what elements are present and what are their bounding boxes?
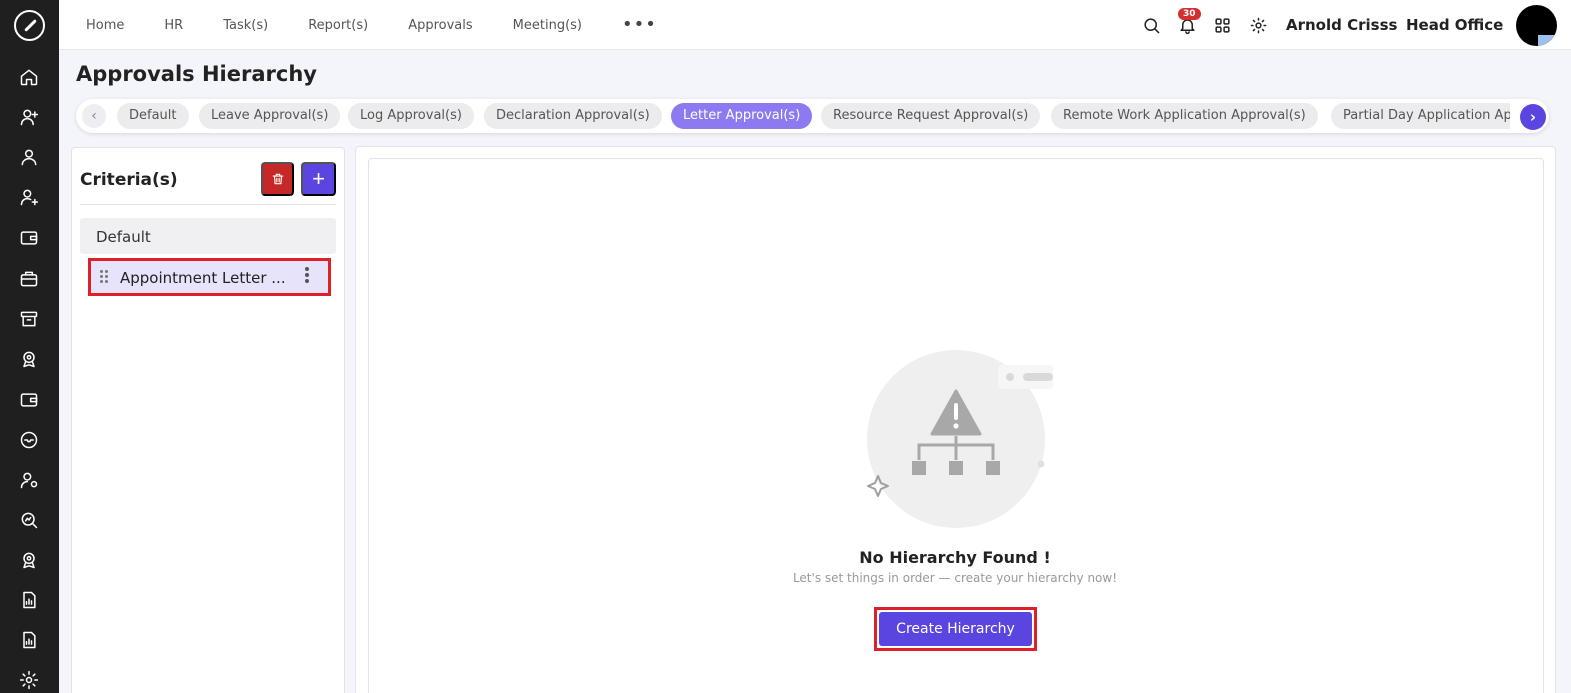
add-criteria-button[interactable]: +	[301, 162, 336, 196]
tabs-next-icon[interactable]: ›	[1520, 104, 1546, 130]
criteria-item-appointment-letter[interactable]: Appointment Letter ...	[88, 258, 331, 296]
search-icon[interactable]	[1140, 14, 1162, 36]
nav-meetings[interactable]: Meeting(s)	[513, 18, 582, 33]
criteria-item-label: Default	[96, 228, 151, 246]
nav-hr[interactable]: HR	[164, 18, 183, 33]
avatar[interactable]	[1516, 5, 1557, 46]
approval-tabs: Default Leave Approval(s) Log Approval(s…	[117, 103, 1510, 129]
apps-grid-icon[interactable]	[1211, 14, 1233, 36]
briefcase-icon[interactable]	[18, 268, 40, 290]
file-chart-icon[interactable]	[18, 589, 40, 611]
side-rail	[0, 0, 59, 693]
criteria-divider	[80, 204, 336, 205]
office-name[interactable]: Head Office	[1406, 16, 1503, 34]
more-options-icon[interactable]	[304, 267, 310, 285]
nav-more-icon[interactable]: •••	[622, 16, 657, 34]
nav-approvals[interactable]: Approvals	[408, 18, 472, 33]
archive-icon[interactable]	[18, 308, 40, 330]
user-plus-icon[interactable]	[18, 186, 40, 208]
user-settings-icon[interactable]	[18, 469, 40, 491]
wallet-icon[interactable]	[18, 227, 40, 249]
create-hierarchy-button[interactable]: Create Hierarchy	[879, 612, 1032, 646]
app-logo-icon[interactable]	[14, 10, 45, 41]
nav-reports[interactable]: Report(s)	[308, 18, 368, 33]
user-icon[interactable]	[18, 146, 40, 168]
criteria-item-label: Appointment Letter ...	[120, 269, 286, 287]
tab-remote-work-approvals[interactable]: Remote Work Application Approval(s)	[1051, 103, 1318, 129]
top-nav: Home HR Task(s) Report(s) Approvals Meet…	[86, 0, 657, 50]
nav-home[interactable]: Home	[86, 18, 124, 33]
tab-default[interactable]: Default	[117, 103, 189, 129]
empty-state-subtitle: Let's set things in order — create your …	[792, 571, 1118, 585]
criteria-item-default[interactable]: Default	[80, 218, 336, 254]
notification-badge: 30	[1178, 8, 1201, 20]
award-icon[interactable]	[18, 348, 40, 370]
empty-state-title: No Hierarchy Found !	[859, 548, 1051, 567]
home-icon[interactable]	[18, 66, 40, 88]
empty-hierarchy-illustration	[867, 350, 1053, 528]
file-chart-2-icon[interactable]	[18, 629, 40, 651]
gear-icon[interactable]	[1247, 14, 1269, 36]
wallet-2-icon[interactable]	[18, 389, 40, 411]
tab-declaration-approvals[interactable]: Declaration Approval(s)	[484, 103, 662, 129]
page-title: Approvals Hierarchy	[76, 62, 317, 86]
nav-tasks[interactable]: Task(s)	[223, 18, 268, 33]
tab-leave-approvals[interactable]: Leave Approval(s)	[199, 103, 341, 129]
inbox-icon[interactable]	[18, 429, 40, 451]
settings-icon[interactable]	[18, 669, 40, 691]
search-chart-icon[interactable]	[18, 509, 40, 531]
tab-partial-day-approvals[interactable]: Partial Day Application Approval(s)	[1331, 103, 1510, 129]
delete-criteria-button[interactable]	[261, 162, 294, 196]
criteria-title: Criteria(s)	[80, 170, 178, 190]
rosette-icon[interactable]	[18, 549, 40, 571]
tab-letter-approvals[interactable]: Letter Approval(s)	[671, 103, 813, 129]
trash-icon	[272, 173, 283, 185]
user-name[interactable]: Arnold Crisss	[1286, 16, 1397, 34]
tab-resource-request-approvals[interactable]: Resource Request Approval(s)	[821, 103, 1041, 129]
tab-log-approvals[interactable]: Log Approval(s)	[348, 103, 474, 129]
tabs-prev-icon[interactable]: ‹	[82, 104, 106, 128]
user-add-icon[interactable]	[18, 106, 40, 128]
drag-handle-icon[interactable]	[100, 270, 110, 284]
